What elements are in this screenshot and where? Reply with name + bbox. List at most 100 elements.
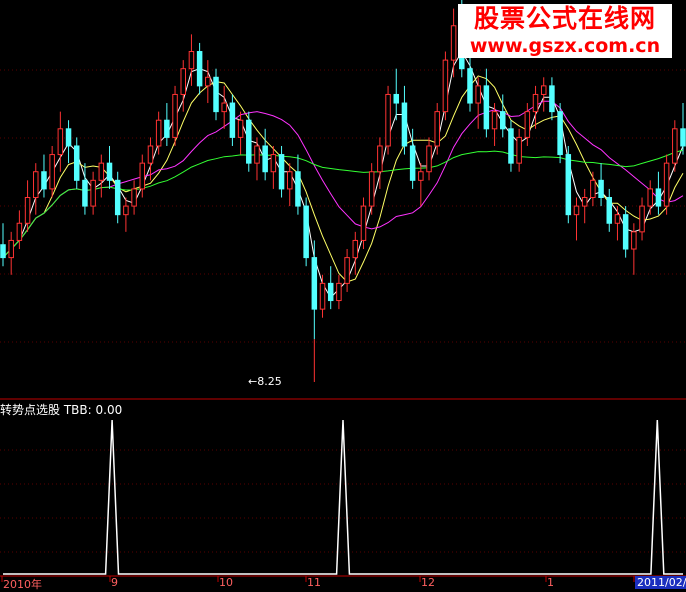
- moving-averages: [2, 50, 684, 299]
- candle-body: [426, 145, 432, 173]
- candle-body: [278, 154, 285, 190]
- candle-body: [33, 171, 39, 199]
- candle-body: [672, 128, 678, 164]
- candle-body: [188, 51, 195, 70]
- candle-body: [565, 154, 572, 216]
- candle-body: [467, 68, 473, 104]
- x-tick-label: 1: [547, 576, 554, 589]
- candle-body: [327, 282, 334, 302]
- candle-body: [622, 214, 629, 250]
- candle-body: [598, 179, 604, 198]
- candle-body: [303, 205, 309, 259]
- candle-body: [106, 162, 113, 181]
- candle-body: [147, 145, 154, 164]
- candle-body: [205, 76, 211, 87]
- candle-body: [213, 76, 219, 113]
- candle-body: [164, 119, 170, 138]
- candle-body: [73, 145, 80, 181]
- candle-body: [221, 102, 227, 113]
- low-marker-label: ←8.25: [248, 375, 282, 388]
- candle-body: [516, 136, 522, 164]
- candle-body: [631, 231, 637, 250]
- ma-short-line: [2, 50, 684, 299]
- candle-body: [336, 282, 342, 302]
- candle-body: [49, 154, 55, 190]
- candle-body: [352, 239, 359, 259]
- x-tick-label: 2011/02/2: [635, 576, 686, 589]
- x-tick-label: 9: [111, 576, 118, 589]
- candle-body: [524, 111, 531, 138]
- candle-body: [663, 162, 670, 207]
- candle-body: [180, 68, 186, 95]
- candle-body: [540, 85, 547, 95]
- candle-body: [229, 102, 236, 138]
- candle-body: [557, 111, 563, 156]
- x-tick-label: 10: [219, 576, 233, 589]
- candle-body: [114, 179, 121, 216]
- candle-body: [491, 111, 498, 130]
- candle-body: [401, 102, 408, 147]
- candle-body: [475, 85, 481, 104]
- candle-body: [680, 128, 686, 147]
- tbb-series-line: [3, 419, 683, 575]
- candle-body: [24, 197, 31, 224]
- candle-body: [57, 128, 64, 156]
- candle-body: [311, 257, 318, 310]
- candle-body: [172, 93, 178, 138]
- stock-chart[interactable]: [0, 0, 686, 590]
- candle-body: [123, 205, 129, 216]
- candle-body: [237, 119, 244, 138]
- candle-body: [590, 179, 596, 198]
- tbb-signal-line: [3, 419, 683, 575]
- candle-body: [581, 197, 588, 207]
- candle-body: [377, 145, 383, 173]
- candle-body: [262, 145, 268, 173]
- candle-body: [639, 205, 645, 233]
- candle-body: [98, 162, 105, 181]
- candle-body: [131, 188, 137, 207]
- candle-body: [0, 244, 6, 259]
- ma-longest-line: [2, 149, 684, 258]
- candle-body: [614, 214, 621, 224]
- candle-body: [254, 145, 260, 164]
- candle-body: [647, 188, 653, 207]
- candle-body: [483, 85, 490, 130]
- candle-body: [409, 145, 416, 181]
- indicator-name: 转势点选股: [0, 403, 61, 417]
- watermark-url[interactable]: www.gszx.com.cn: [458, 34, 672, 58]
- candle-body: [393, 93, 400, 104]
- candle-body: [500, 111, 506, 130]
- candle-body: [418, 171, 424, 181]
- candle-body: [41, 171, 47, 190]
- candle-body: [549, 85, 555, 113]
- candle-body: [295, 171, 301, 207]
- candle-body: [360, 205, 367, 241]
- candle-body: [196, 51, 203, 87]
- candle-body: [246, 119, 252, 164]
- watermark-title: 股票公式在线网: [458, 4, 672, 34]
- candle-body: [319, 282, 326, 310]
- candle-body: [508, 128, 514, 164]
- candle-body: [139, 162, 146, 190]
- candle-body: [573, 205, 580, 216]
- x-tick-label: 12: [421, 576, 435, 589]
- candle-body: [8, 239, 14, 259]
- indicator-value: 0.00: [95, 403, 123, 417]
- indicator-title: 转势点选股 TBB: 0.00: [0, 403, 123, 417]
- candle-body: [90, 179, 96, 207]
- candle-body: [16, 222, 23, 241]
- candle-body: [532, 93, 539, 113]
- candle-body: [82, 179, 88, 207]
- candle-body: [344, 257, 350, 284]
- candle-body: [434, 111, 440, 147]
- candle-body: [606, 197, 613, 224]
- candle-body: [155, 119, 162, 147]
- candle-body: [655, 188, 662, 207]
- candle-body: [270, 154, 277, 173]
- candle-body: [442, 59, 449, 113]
- low-marker-value: 8.25: [257, 375, 282, 388]
- candle-body: [65, 128, 72, 147]
- candle-body: [286, 171, 293, 190]
- indicator-series: TBB: [63, 403, 88, 417]
- candle-body: [450, 25, 457, 61]
